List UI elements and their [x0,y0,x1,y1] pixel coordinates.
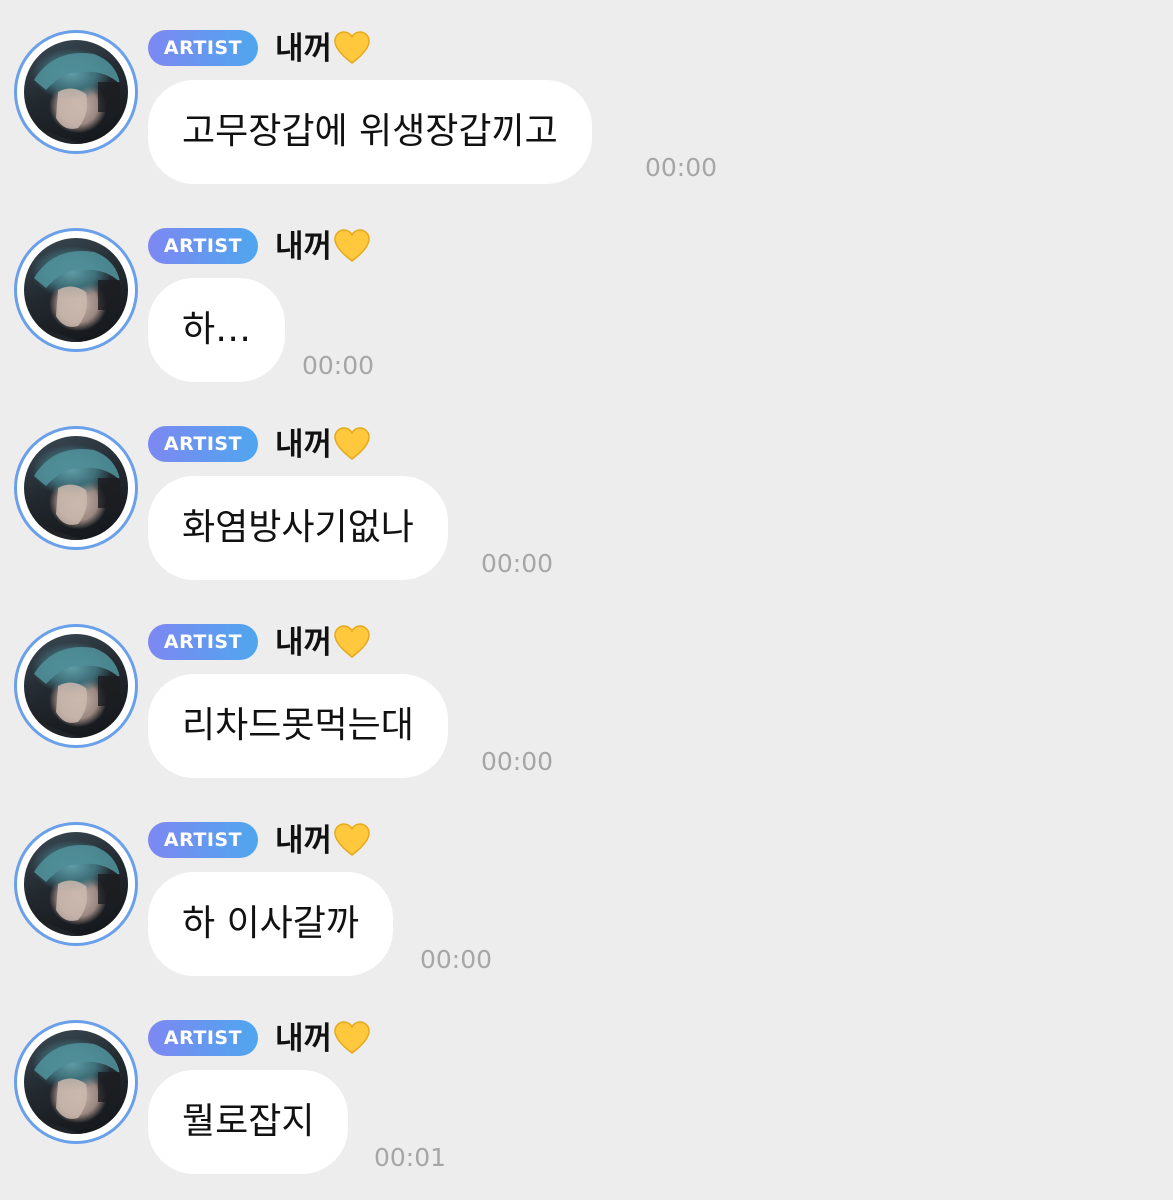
chat-message-list[interactable]: ARTIST 내꺼 고무장갑에 위생장갑끼고 00:00 ARTIST 내꺼 하… [0,0,1173,1200]
message-time: 00:00 [420,945,493,974]
message-bubble[interactable]: 화염방사기없나 [148,476,448,580]
sender-name-text: 내꺼 [275,625,333,661]
yellow-heart-icon [334,229,370,262]
message-time: 00:00 [481,747,554,776]
sender-name-text: 내꺼 [275,31,333,67]
artist-badge: ARTIST [148,822,258,858]
artist-badge: ARTIST [148,1020,258,1056]
chat-message: ARTIST 내꺼 하 이사갈까 00:00 [0,792,1173,982]
sender-name-text: 내꺼 [275,823,333,859]
artist-badge: ARTIST [148,30,258,66]
avatar[interactable] [14,228,138,352]
yellow-heart-icon [334,1021,370,1054]
sender-name[interactable]: 내꺼 [275,821,370,861]
message-bubble[interactable]: 뭘로잡지 [148,1070,349,1174]
message-bubble[interactable]: 고무장갑에 위생장갑끼고 [148,80,592,184]
sender-name-text: 내꺼 [275,1021,333,1057]
avatar-portrait-icon [24,647,120,738]
artist-badge: ARTIST [148,624,258,660]
avatar-portrait-icon [24,449,120,540]
avatar-photo [24,634,128,738]
avatar-photo [24,436,128,540]
message-time: 00:01 [374,1143,447,1172]
yellow-heart-icon [334,625,370,658]
chat-message: ARTIST 내꺼 고무장갑에 위생장갑끼고 00:00 [0,0,1173,190]
yellow-heart-icon [334,31,370,64]
sender-name-text: 내꺼 [275,229,333,265]
avatar-portrait-icon [24,53,120,144]
avatar[interactable] [14,624,138,748]
avatar-photo [24,1030,128,1134]
message-time: 00:00 [302,351,375,380]
avatar-photo [24,238,128,342]
artist-badge: ARTIST [148,228,258,264]
message-time: 00:00 [481,549,554,578]
message-bubble[interactable]: 하… [148,278,286,382]
avatar-portrait-icon [24,845,120,936]
chat-message: ARTIST 내꺼 리차드못먹는대 00:00 [0,594,1173,784]
avatar-photo [24,40,128,144]
yellow-heart-icon [334,427,370,460]
avatar-portrait-icon [24,1043,120,1134]
sender-name[interactable]: 내꺼 [275,29,370,69]
avatar[interactable] [14,822,138,946]
artist-badge: ARTIST [148,426,258,462]
sender-name[interactable]: 내꺼 [275,1019,370,1059]
avatar[interactable] [14,30,138,154]
sender-name[interactable]: 내꺼 [275,227,370,267]
avatar-portrait-icon [24,251,120,342]
message-time: 00:00 [645,153,718,182]
avatar[interactable] [14,426,138,550]
chat-message: ARTIST 내꺼 하… 00:00 [0,198,1173,388]
chat-message: ARTIST 내꺼 화염방사기없나 00:00 [0,396,1173,586]
sender-name[interactable]: 내꺼 [275,623,370,663]
avatar[interactable] [14,1020,138,1144]
sender-name-text: 내꺼 [275,427,333,463]
message-bubble[interactable]: 하 이사갈까 [148,872,394,976]
sender-name[interactable]: 내꺼 [275,425,370,465]
avatar-photo [24,832,128,936]
yellow-heart-icon [334,823,370,856]
chat-message: ARTIST 내꺼 뭘로잡지 00:01 [0,990,1173,1180]
message-bubble[interactable]: 리차드못먹는대 [148,674,448,778]
